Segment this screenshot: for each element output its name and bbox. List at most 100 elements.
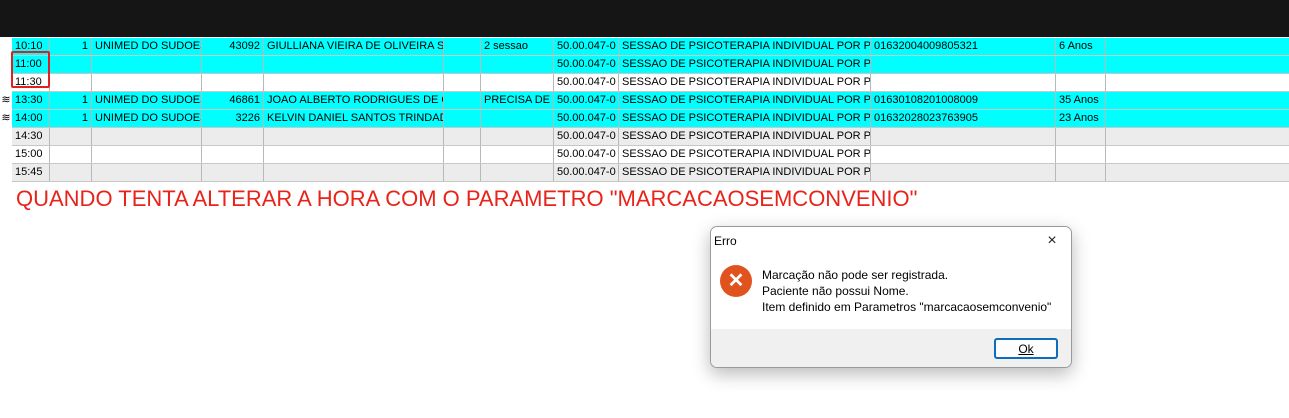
cell-procedure[interactable]: SESSAO DE PSICOTERAPIA INDIVIDUAL POR PS… <box>619 92 871 109</box>
cell-note[interactable] <box>481 146 554 163</box>
cell-empty[interactable] <box>444 110 481 127</box>
cell-card[interactable] <box>871 74 1056 91</box>
cell-plan[interactable] <box>92 164 202 181</box>
cell-empty[interactable] <box>444 128 481 145</box>
cell-card[interactable] <box>871 56 1056 73</box>
cell-code[interactable] <box>202 56 264 73</box>
cell-time[interactable]: 15:00 <box>12 146 50 163</box>
cell-note[interactable] <box>481 110 554 127</box>
cell-plan[interactable] <box>92 74 202 91</box>
cell-procedure[interactable]: SESSAO DE PSICOTERAPIA INDIVIDUAL POR PS… <box>619 146 871 163</box>
cell-code[interactable] <box>202 146 264 163</box>
cell-empty[interactable] <box>444 38 481 55</box>
cell-card[interactable] <box>871 128 1056 145</box>
cell-empty[interactable] <box>1106 74 1289 91</box>
cell-patient[interactable]: GIULLIANA VIEIRA DE OLIVEIRA SILV <box>264 38 444 55</box>
table-row[interactable]: 10:101UNIMED DO SUDOEST43092GIULLIANA VI… <box>12 38 1289 56</box>
cell-qty[interactable] <box>50 74 92 91</box>
cell-patient[interactable] <box>264 146 444 163</box>
cell-note[interactable]: PRECISA DE R <box>481 92 554 109</box>
cell-code[interactable]: 46861 <box>202 92 264 109</box>
cell-plan[interactable] <box>92 128 202 145</box>
table-row[interactable]: 15:45 50.00.047-0 SESSAO DE PSICOTERAPIA I… <box>12 164 1289 182</box>
cell-qty[interactable] <box>50 164 92 181</box>
cell-empty[interactable] <box>444 146 481 163</box>
cell-plan[interactable]: UNIMED DO SUDOEST <box>92 92 202 109</box>
cell-note[interactable] <box>481 74 554 91</box>
cell-note[interactable] <box>481 56 554 73</box>
cell-empty[interactable] <box>1106 56 1289 73</box>
cell-empty[interactable] <box>1106 110 1289 127</box>
cell-empty[interactable] <box>1106 38 1289 55</box>
close-icon[interactable]: × <box>1041 230 1063 252</box>
cell-code[interactable]: 3226 <box>202 110 264 127</box>
cell-empty[interactable] <box>1106 164 1289 181</box>
cell-procedure-code[interactable]: 50.00.047-0 <box>554 92 619 109</box>
table-row[interactable]: 11:30 50.00.047-0 SESSAO DE PSICOTERAPIA I… <box>12 74 1289 92</box>
cell-code[interactable]: 43092 <box>202 38 264 55</box>
cell-plan[interactable]: UNIMED DO SUDOEST <box>92 110 202 127</box>
cell-empty[interactable] <box>444 164 481 181</box>
cell-procedure[interactable]: SESSAO DE PSICOTERAPIA INDIVIDUAL POR PS… <box>619 128 871 145</box>
cell-card[interactable] <box>871 146 1056 163</box>
cell-procedure-code[interactable]: 50.00.047-0 <box>554 74 619 91</box>
cell-empty[interactable] <box>444 74 481 91</box>
cell-time[interactable]: 14:30 <box>12 128 50 145</box>
cell-empty[interactable] <box>444 92 481 109</box>
cell-patient[interactable] <box>264 56 444 73</box>
cell-empty[interactable] <box>1106 146 1289 163</box>
cell-plan[interactable] <box>92 56 202 73</box>
cell-age[interactable] <box>1056 56 1106 73</box>
cell-card[interactable]: 01632004009805321 <box>871 38 1056 55</box>
cell-note[interactable] <box>481 128 554 145</box>
cell-procedure-code[interactable]: 50.00.047-0 <box>554 164 619 181</box>
cell-qty[interactable] <box>50 56 92 73</box>
cell-qty[interactable] <box>50 146 92 163</box>
cell-procedure-code[interactable]: 50.00.047-0 <box>554 56 619 73</box>
cell-note[interactable]: 2 sessao <box>481 38 554 55</box>
cell-procedure-code[interactable]: 50.00.047-0 <box>554 146 619 163</box>
cell-procedure[interactable]: SESSAO DE PSICOTERAPIA INDIVIDUAL POR PS… <box>619 74 871 91</box>
cell-time[interactable]: 15:45 <box>12 164 50 181</box>
table-row[interactable]: ≋14:001UNIMED DO SUDOEST3226KELVIN DANIE… <box>1 110 1289 128</box>
table-row[interactable]: ≋13:301UNIMED DO SUDOEST46861JOAO ALBERT… <box>1 92 1289 110</box>
cell-empty[interactable] <box>444 56 481 73</box>
cell-patient[interactable]: KELVIN DANIEL SANTOS TRINDADE <box>264 110 444 127</box>
cell-procedure-code[interactable]: 50.00.047-0 <box>554 128 619 145</box>
cell-qty[interactable]: 1 <box>50 110 92 127</box>
cell-time[interactable]: 14:00 <box>12 110 50 127</box>
cell-age[interactable]: 23 Anos <box>1056 110 1106 127</box>
cell-age[interactable] <box>1056 146 1106 163</box>
ok-button[interactable]: Ok <box>994 338 1058 359</box>
cell-card[interactable] <box>871 164 1056 181</box>
cell-card[interactable]: 01630108201008009 <box>871 92 1056 109</box>
cell-plan[interactable]: UNIMED DO SUDOEST <box>92 38 202 55</box>
cell-plan[interactable] <box>92 146 202 163</box>
cell-empty[interactable] <box>1106 92 1289 109</box>
cell-empty[interactable] <box>1106 128 1289 145</box>
cell-age[interactable] <box>1056 74 1106 91</box>
cell-age[interactable]: 6 Anos <box>1056 38 1106 55</box>
table-row[interactable]: 14:30 50.00.047-0 SESSAO DE PSICOTERAPIA I… <box>12 128 1289 146</box>
cell-patient[interactable]: JOAO ALBERTO RODRIGUES DE OLI <box>264 92 444 109</box>
cell-code[interactable] <box>202 164 264 181</box>
cell-procedure[interactable]: SESSAO DE PSICOTERAPIA INDIVIDUAL POR PS… <box>619 56 871 73</box>
cell-age[interactable] <box>1056 164 1106 181</box>
cell-procedure-code[interactable]: 50.00.047-0 <box>554 38 619 55</box>
cell-patient[interactable] <box>264 164 444 181</box>
table-row[interactable]: 11:00 50.00.047-0 SESSAO DE PSICOTERAPIA I… <box>12 56 1289 74</box>
cell-qty[interactable] <box>50 128 92 145</box>
cell-code[interactable] <box>202 128 264 145</box>
cell-patient[interactable] <box>264 74 444 91</box>
cell-procedure[interactable]: SESSAO DE PSICOTERAPIA INDIVIDUAL POR PS… <box>619 38 871 55</box>
cell-procedure[interactable]: SESSAO DE PSICOTERAPIA INDIVIDUAL POR PS… <box>619 164 871 181</box>
cell-age[interactable]: 35 Anos <box>1056 92 1106 109</box>
cell-procedure-code[interactable]: 50.00.047-0 <box>554 110 619 127</box>
cell-time[interactable]: 13:30 <box>12 92 50 109</box>
cell-age[interactable] <box>1056 128 1106 145</box>
cell-patient[interactable] <box>264 128 444 145</box>
cell-card[interactable]: 01632028023763905 <box>871 110 1056 127</box>
cell-qty[interactable]: 1 <box>50 92 92 109</box>
cell-procedure[interactable]: SESSAO DE PSICOTERAPIA INDIVIDUAL POR PS… <box>619 110 871 127</box>
cell-qty[interactable]: 1 <box>50 38 92 55</box>
